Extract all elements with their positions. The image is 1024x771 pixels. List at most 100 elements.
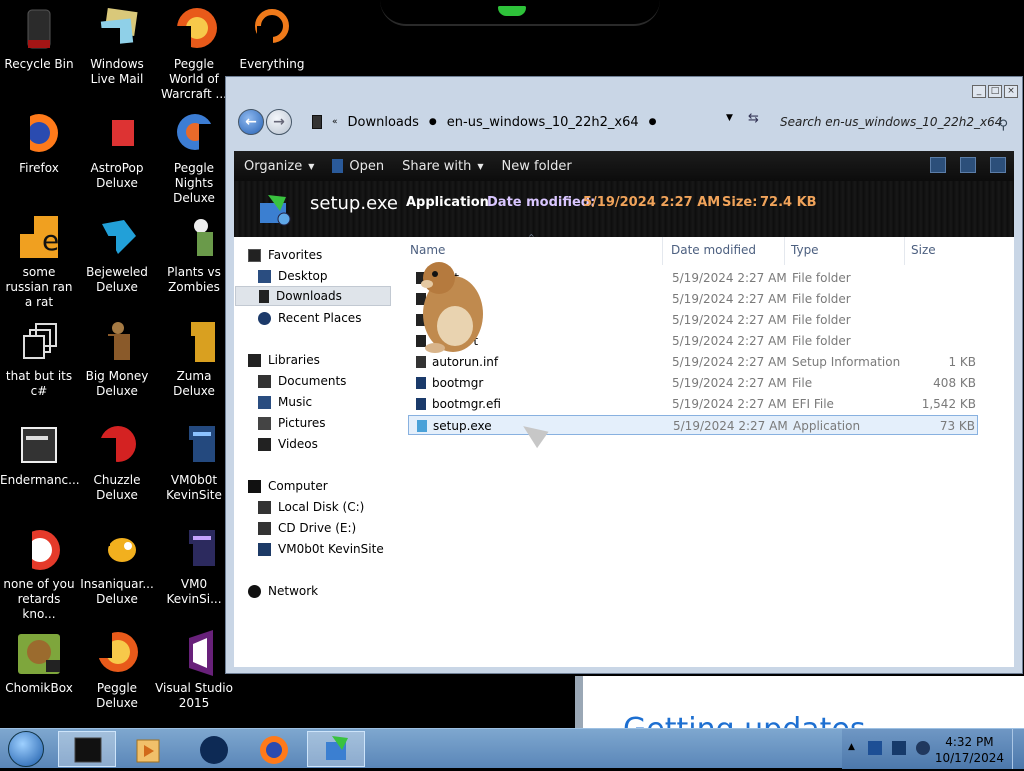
nav-videos[interactable]: Videos: [258, 434, 418, 454]
breadcrumb[interactable]: « Downloads ● en-us_windows_10_22h2_x64 …: [312, 110, 762, 134]
file-type: File folder: [792, 334, 851, 348]
setup-info-icon: [416, 356, 426, 368]
desktop-icon-peggle-deluxe[interactable]: Peggle Deluxe: [78, 630, 156, 711]
search-icon[interactable]: ⚲: [998, 114, 1008, 138]
table-row[interactable]: bootmgr.efi 5/19/2024 2:27 AM EFI File 1,54…: [408, 394, 978, 414]
nav-desktop[interactable]: Desktop: [258, 266, 418, 286]
back-button[interactable]: ←: [238, 109, 264, 135]
refresh-icon[interactable]: ⇆: [748, 111, 759, 126]
column-header-size[interactable]: Size: [911, 243, 936, 257]
desktop-icon-big-money[interactable]: Big Money Deluxe: [78, 318, 156, 399]
organize-button[interactable]: Organize ▼: [244, 159, 314, 174]
preview-pane-icon[interactable]: [960, 157, 976, 173]
show-desktop-button[interactable]: [1012, 729, 1024, 769]
desktop-icon-firefox[interactable]: Firefox: [0, 110, 78, 176]
open-button[interactable]: Open: [332, 159, 384, 174]
table-row-selected[interactable]: setup.exe 5/19/2024 2:27 AM Application 73 …: [408, 415, 978, 435]
file-date: 5/19/2024 2:27 AM: [673, 419, 788, 433]
chuzzle-icon: [94, 422, 140, 468]
downloads-icon: [259, 289, 269, 303]
column-header-date[interactable]: Date modified: [671, 243, 756, 257]
videos-icon: [258, 437, 271, 451]
desktop-icon-none-of-you[interactable]: none of you retards kno...: [0, 526, 78, 622]
volume-icon[interactable]: [916, 741, 930, 755]
column-divider[interactable]: [662, 237, 663, 265]
nav-cd-drive[interactable]: CD Drive (E:): [258, 518, 418, 538]
column-divider[interactable]: [904, 237, 905, 265]
explorer-content: Favorites Desktop Downloads Recent Place…: [234, 233, 1014, 667]
desktop-icon-vm0b0t[interactable]: VM0b0t KevinSite: [155, 422, 233, 503]
new-folder-button[interactable]: New folder: [502, 159, 572, 174]
desktop-icon-chomikbox[interactable]: ChomikBox: [0, 630, 78, 696]
start-button[interactable]: [8, 731, 44, 767]
file-icon: [416, 377, 426, 389]
maximize-button[interactable]: □: [988, 85, 1002, 98]
search-input[interactable]: Search en-us_windows_10_22h2_x64 ⚲: [772, 110, 1016, 134]
file-type: File: [792, 376, 813, 390]
column-header-name[interactable]: Name: [410, 243, 445, 257]
help-icon[interactable]: [990, 157, 1006, 173]
desktop-icon-insaniquarium[interactable]: Insaniquar... Deluxe: [78, 526, 156, 607]
desktop-icon-vm0[interactable]: VM0 KevinSi...: [155, 526, 233, 607]
file-type: Setup Information: [792, 355, 901, 369]
column-divider[interactable]: [784, 237, 785, 265]
taskbar-setup[interactable]: [307, 731, 365, 767]
file-type: EFI File: [792, 397, 834, 411]
desktop-icon-astropop[interactable]: AstroPop Deluxe: [78, 110, 156, 191]
desktop-icon-chuzzle[interactable]: Chuzzle Deluxe: [78, 422, 156, 503]
nav-downloads[interactable]: Downloads: [235, 286, 391, 306]
clock[interactable]: 4:32 PM 10/17/2024: [935, 734, 1004, 766]
tray-app-icon[interactable]: [868, 741, 882, 755]
taskbar-explorer[interactable]: [58, 731, 116, 767]
nav-music-label: Music: [278, 395, 313, 409]
table-row[interactable]: bootmgr 5/19/2024 2:27 AM File 408 KB: [408, 373, 978, 393]
visual-studio-icon: [171, 630, 217, 676]
desktop-icon-zuma[interactable]: Zuma Deluxe: [155, 318, 233, 399]
desktop-icon-russian-rat[interactable]: e some russian ran a rat: [0, 214, 78, 310]
nav-network[interactable]: Network: [248, 581, 408, 601]
folder-icon: [312, 115, 322, 129]
column-header-type[interactable]: Type: [791, 243, 819, 257]
explorer-window[interactable]: _ □ × ← → « Downloads ● en-us_windows_10…: [225, 76, 1023, 674]
nav-recent-places[interactable]: Recent Places: [258, 308, 418, 328]
desktop-icon-windows-live-mail[interactable]: Windows Live Mail: [78, 6, 156, 87]
nav-favorites[interactable]: Favorites: [248, 245, 408, 265]
sort-arrow-icon: ^: [528, 233, 535, 242]
desktop-icon-c-sharp[interactable]: that but its c#: [0, 318, 78, 399]
view-controls: [930, 157, 1006, 173]
minimize-button[interactable]: _: [972, 85, 986, 98]
breadcrumb-overflow-icon[interactable]: «: [332, 117, 338, 127]
taskbar-globe-app[interactable]: [184, 731, 242, 767]
desktop-icon-everything[interactable]: Everything: [233, 6, 311, 72]
tray-expand-icon[interactable]: ▲: [848, 742, 855, 752]
file-type: File folder: [792, 313, 851, 327]
taskbar-firefox[interactable]: [244, 731, 302, 767]
breadcrumb-current-folder[interactable]: en-us_windows_10_22h2_x64: [447, 115, 639, 130]
nav-computer[interactable]: Computer: [248, 476, 408, 496]
forward-button[interactable]: →: [266, 109, 292, 135]
nav-pictures[interactable]: Pictures: [258, 413, 418, 433]
desktop-icon-plants-vs-zombies[interactable]: Plants vs Zombies: [155, 214, 233, 295]
nav-documents[interactable]: Documents: [258, 371, 418, 391]
desktop-icon-bejeweled[interactable]: Bejeweled Deluxe: [78, 214, 156, 295]
close-button[interactable]: ×: [1004, 85, 1018, 98]
address-dropdown-icon[interactable]: ▼: [726, 113, 733, 123]
desktop-icon-visual-studio[interactable]: Visual Studio 2015: [155, 630, 233, 711]
desktop-icon-endermanc[interactable]: Endermanc...: [0, 422, 80, 488]
desktop-icon-peggle-wow[interactable]: Peggle World of Warcraft ...: [155, 6, 233, 102]
nav-music[interactable]: Music: [258, 392, 418, 412]
network-icon[interactable]: [892, 741, 906, 755]
nav-libraries[interactable]: Libraries: [248, 350, 408, 370]
desktop-icon-peggle-nights[interactable]: Peggle Nights Deluxe: [155, 110, 233, 206]
nav-local-disk[interactable]: Local Disk (C:): [258, 497, 418, 517]
desktop-icon-recycle-bin[interactable]: Recycle Bin: [0, 6, 78, 72]
breadcrumb-separator-icon[interactable]: ●: [649, 117, 657, 127]
share-with-button[interactable]: Share with ▼: [402, 159, 483, 174]
app-icon: [16, 422, 62, 468]
taskbar-media-player[interactable]: [118, 731, 176, 767]
nav-vm-site[interactable]: VM0b0t KevinSite: [258, 539, 418, 559]
details-size-value: 72.4 KB: [760, 195, 817, 210]
breadcrumb-downloads[interactable]: Downloads: [348, 115, 419, 130]
change-view-icon[interactable]: [930, 157, 946, 173]
breadcrumb-separator-icon[interactable]: ●: [429, 117, 437, 127]
